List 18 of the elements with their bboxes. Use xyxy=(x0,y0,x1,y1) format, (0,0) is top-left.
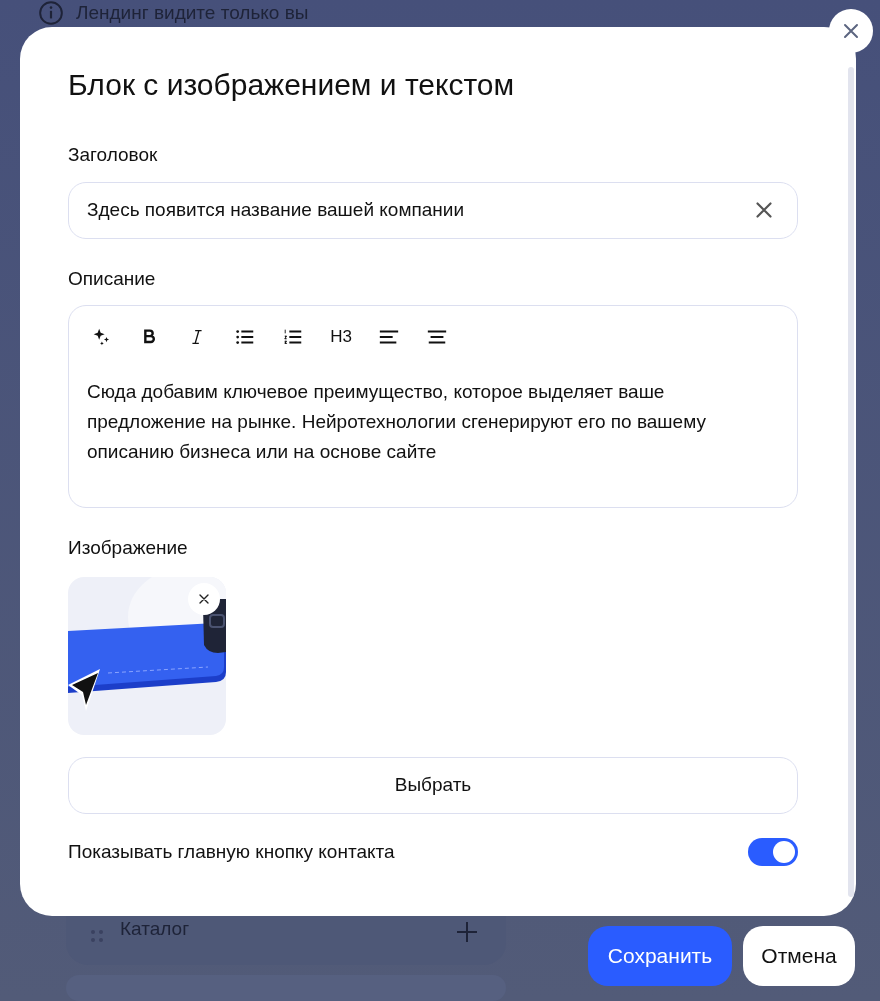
field-label: Заголовок xyxy=(68,143,159,167)
description-text: Сюда добавим ключевое преимущество, которое выделяет ваше предложение на рынке. Нейротехнологии сгенерируют его по вашему описанию бизнеса или на основе сайте xyxy=(87,380,707,464)
title-field[interactable]: Здесь появится название вашей компании xyxy=(68,181,798,239)
field-label: Изображение xyxy=(68,536,189,560)
toggle-label: Показывать главную кнопку контакта xyxy=(68,839,395,864)
dialog-title: Блок с изображением и текстом xyxy=(68,67,516,103)
list-item-label: Каталог xyxy=(120,916,190,941)
notice-text: Лендинг видите только вы xyxy=(76,2,309,24)
field-label: Описание xyxy=(68,266,157,291)
toggle-switch[interactable] xyxy=(748,837,798,866)
cancel-button[interactable]: Отмена xyxy=(743,926,855,986)
info-icon xyxy=(38,0,64,26)
field-value: Здесь появится название вашей компании xyxy=(87,197,465,222)
heading-button[interactable]: H3 xyxy=(325,321,357,353)
choose-button[interactable]: Выбрать xyxy=(68,756,798,814)
save-button[interactable]: Сохранить xyxy=(588,926,732,986)
add-icon xyxy=(456,921,478,943)
description-editor[interactable]: H3 Сюда добавим ключевое преимущество, которое выделяет ваше предложение на рынке. Нейротехнологии сгенерируют его по вашему описанию бизнеса или на основе сайте xyxy=(68,305,798,508)
